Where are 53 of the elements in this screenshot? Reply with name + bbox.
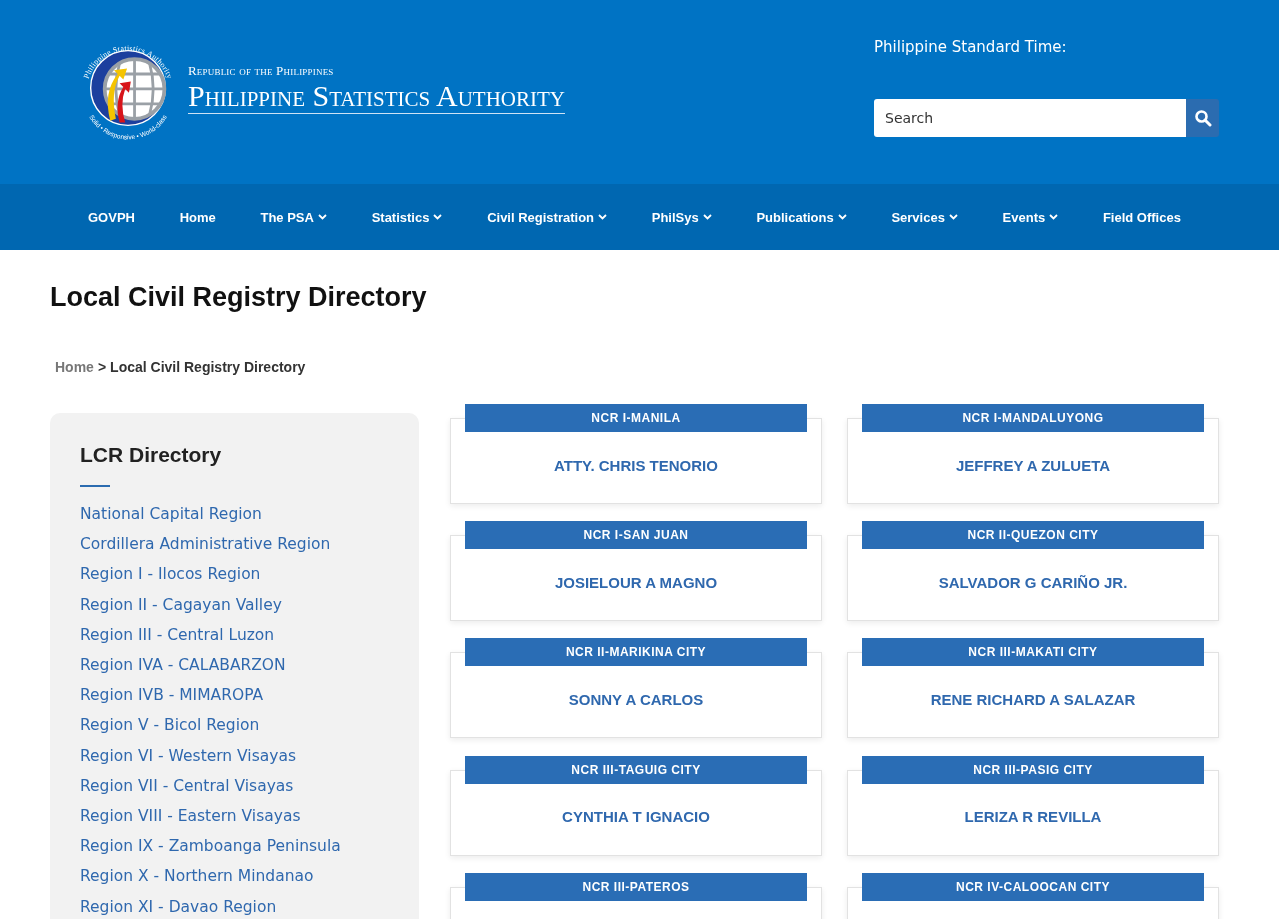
breadcrumb-separator: > bbox=[97, 359, 107, 375]
region-link[interactable]: Region IVB - MIMAROPA bbox=[80, 680, 389, 711]
office-label: NCR III-MAKATI CITY bbox=[862, 638, 1204, 667]
nav-link[interactable]: PhilSys bbox=[651, 209, 712, 225]
registrar-name-link[interactable]: ATTY. CHRIS TENORIO bbox=[554, 456, 718, 474]
region-link[interactable]: Region IX - Zamboanga Peninsula bbox=[80, 831, 389, 862]
office-label: NCR I-MANILA bbox=[465, 404, 807, 432]
page-title: Local Civil Registry Directory bbox=[50, 282, 428, 313]
office-label: NCR II-QUEZON CITY bbox=[862, 521, 1204, 550]
time-label: Philippine Standard Time: bbox=[874, 38, 1068, 56]
breadcrumb-home-link[interactable]: Home bbox=[55, 359, 94, 375]
nav-link[interactable]: Home bbox=[179, 209, 216, 225]
region-link[interactable]: Region XI - Davao Region bbox=[80, 891, 389, 919]
registrar-name-link[interactable]: JOSIELOUR A MAGNO bbox=[554, 573, 718, 591]
breadcrumb-current: Local Civil Registry Directory bbox=[110, 359, 306, 375]
region-link[interactable]: Region VIII - Eastern Visayas bbox=[80, 801, 389, 832]
nav-link[interactable]: Services bbox=[891, 209, 958, 225]
office-label: NCR II-MARIKINA CITY bbox=[465, 638, 807, 667]
logo-title: Philippine Statistics Authority bbox=[188, 78, 565, 114]
registrar-name-link[interactable]: RENE RICHARD A SALAZAR bbox=[930, 690, 1136, 708]
search-field[interactable]: Search bbox=[874, 99, 1186, 137]
office-label: NCR IV-CALOOCAN CITY bbox=[862, 872, 1204, 901]
region-link[interactable]: Region VII - Central Visayas bbox=[80, 770, 389, 802]
office-label: NCR III-TAGUIG CITY bbox=[465, 755, 807, 784]
logo-kicker: Republic of the Philippines bbox=[188, 62, 335, 79]
region-link[interactable]: Cordillera Administrative Region bbox=[80, 529, 389, 560]
office-label: NCR III-PATEROS bbox=[465, 872, 807, 901]
office-label: NCR I-SAN JUAN bbox=[465, 521, 807, 550]
region-link[interactable]: Region I - Ilocos Region bbox=[80, 559, 389, 590]
region-link[interactable]: Region IVA - CALABARZON bbox=[80, 650, 389, 681]
nav-link[interactable]: The PSA bbox=[260, 209, 327, 225]
registrar-name-link[interactable]: CYNTHIA T IGNACIO bbox=[562, 808, 710, 826]
office-label: NCR I-MANDALUYONG bbox=[862, 404, 1204, 432]
search-icon bbox=[1193, 109, 1212, 127]
region-link[interactable]: Region VI - Western Visayas bbox=[80, 740, 389, 771]
nav-link[interactable]: Field Offices bbox=[1102, 209, 1181, 225]
registrar-name-link[interactable]: SONNY A CARLOS bbox=[568, 690, 704, 708]
nav-link[interactable]: GOVPH bbox=[88, 209, 135, 225]
nav-link[interactable]: Publications bbox=[756, 209, 847, 225]
region-link[interactable]: Region III - Central Luzon bbox=[80, 619, 389, 650]
registrar-name-link[interactable]: SALVADOR G CARIÑO JR. bbox=[938, 573, 1128, 591]
region-link[interactable]: Region V - Bicol Region bbox=[80, 710, 389, 741]
nav-link[interactable]: Civil Registration bbox=[487, 209, 608, 225]
region-link[interactable]: Region II - Cagayan Valley bbox=[80, 589, 389, 620]
registrar-name-link[interactable]: JEFFREY A ZULUETA bbox=[955, 456, 1111, 474]
office-label: NCR III-PASIG CITY bbox=[862, 755, 1204, 784]
sidebar-title: LCR Directory bbox=[80, 443, 223, 467]
nav-link[interactable]: Events bbox=[1002, 209, 1059, 225]
region-link[interactable]: Region X - Northern Mindanao bbox=[80, 861, 389, 892]
search-button[interactable] bbox=[1186, 99, 1219, 137]
region-link[interactable]: National Capital Region bbox=[80, 499, 389, 530]
nav-link[interactable]: Statistics bbox=[371, 209, 443, 225]
registrar-name-link[interactable]: LERIZA R REVILLA bbox=[964, 808, 1102, 826]
